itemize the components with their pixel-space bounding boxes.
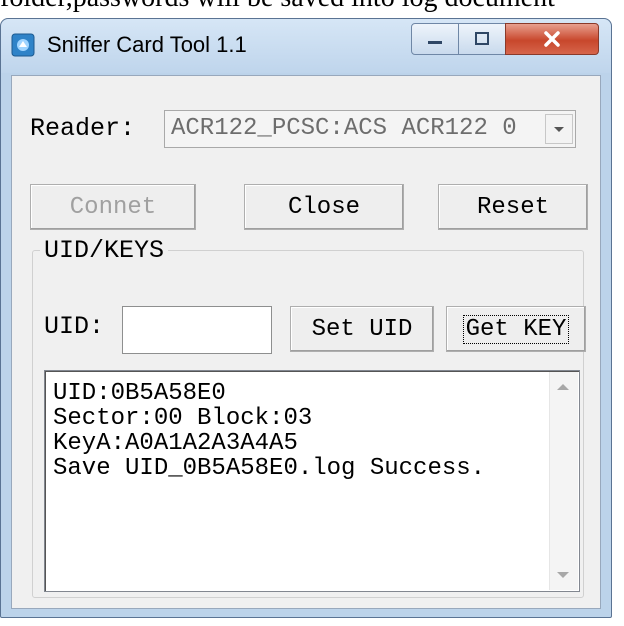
log-output[interactable]: UID:0B5A58E0 Sector:00 Block:03 KeyA:A0A… <box>44 370 580 592</box>
window-title: Sniffer Card Tool 1.1 <box>47 32 247 57</box>
app-window: Sniffer Card Tool 1.1 Reader: ACR122_PCS… <box>0 18 612 618</box>
reader-select-value: ACR122_PCSC:ACS ACR122 0 <box>171 115 517 142</box>
get-key-button[interactable]: Get KEY <box>446 306 586 352</box>
scroll-up-icon[interactable] <box>557 384 569 390</box>
scroll-down-icon[interactable] <box>557 572 569 578</box>
reset-button-label: Reset <box>476 193 549 221</box>
close-button-label: Close <box>287 193 360 221</box>
reader-select[interactable]: ACR122_PCSC:ACS ACR122 0 <box>164 110 576 148</box>
minimize-button[interactable] <box>411 23 459 55</box>
reader-label: Reader: <box>30 114 136 143</box>
log-line: Save UID_0B5A58E0.log Success. <box>53 455 486 482</box>
set-uid-button[interactable]: Set UID <box>290 306 434 352</box>
uid-keys-group-label: UID/KEYS <box>40 236 169 265</box>
dialog-body: Reader: ACR122_PCSC:ACS ACR122 0 Connet … <box>11 75 601 609</box>
log-line: Sector:00 Block:03 <box>53 405 313 432</box>
title-bar[interactable]: Sniffer Card Tool 1.1 <box>1 19 611 73</box>
background-document-text: folder,passwords will be saved into log … <box>0 0 555 14</box>
close-icon <box>544 31 560 47</box>
maximize-icon <box>475 32 489 45</box>
log-line: KeyA:A0A1A2A3A4A5 <box>53 430 298 457</box>
log-scrollbar[interactable] <box>549 372 578 590</box>
maximize-button[interactable] <box>458 23 506 55</box>
uid-input[interactable] <box>122 306 272 354</box>
reset-button[interactable]: Reset <box>438 184 588 230</box>
connect-button[interactable]: Connet <box>30 184 196 230</box>
close-window-button[interactable] <box>505 23 599 55</box>
app-icon <box>11 33 35 57</box>
connect-button-label: Connet <box>69 193 157 221</box>
get-key-button-label: Get KEY <box>462 314 570 344</box>
close-button[interactable]: Close <box>244 184 404 230</box>
uid-label: UID: <box>44 312 105 341</box>
set-uid-button-label: Set UID <box>311 315 413 343</box>
reader-dropdown-button[interactable] <box>545 114 573 144</box>
log-line: UID:0B5A58E0 <box>53 380 226 407</box>
chevron-down-icon <box>554 127 564 132</box>
minimize-icon <box>428 41 442 44</box>
